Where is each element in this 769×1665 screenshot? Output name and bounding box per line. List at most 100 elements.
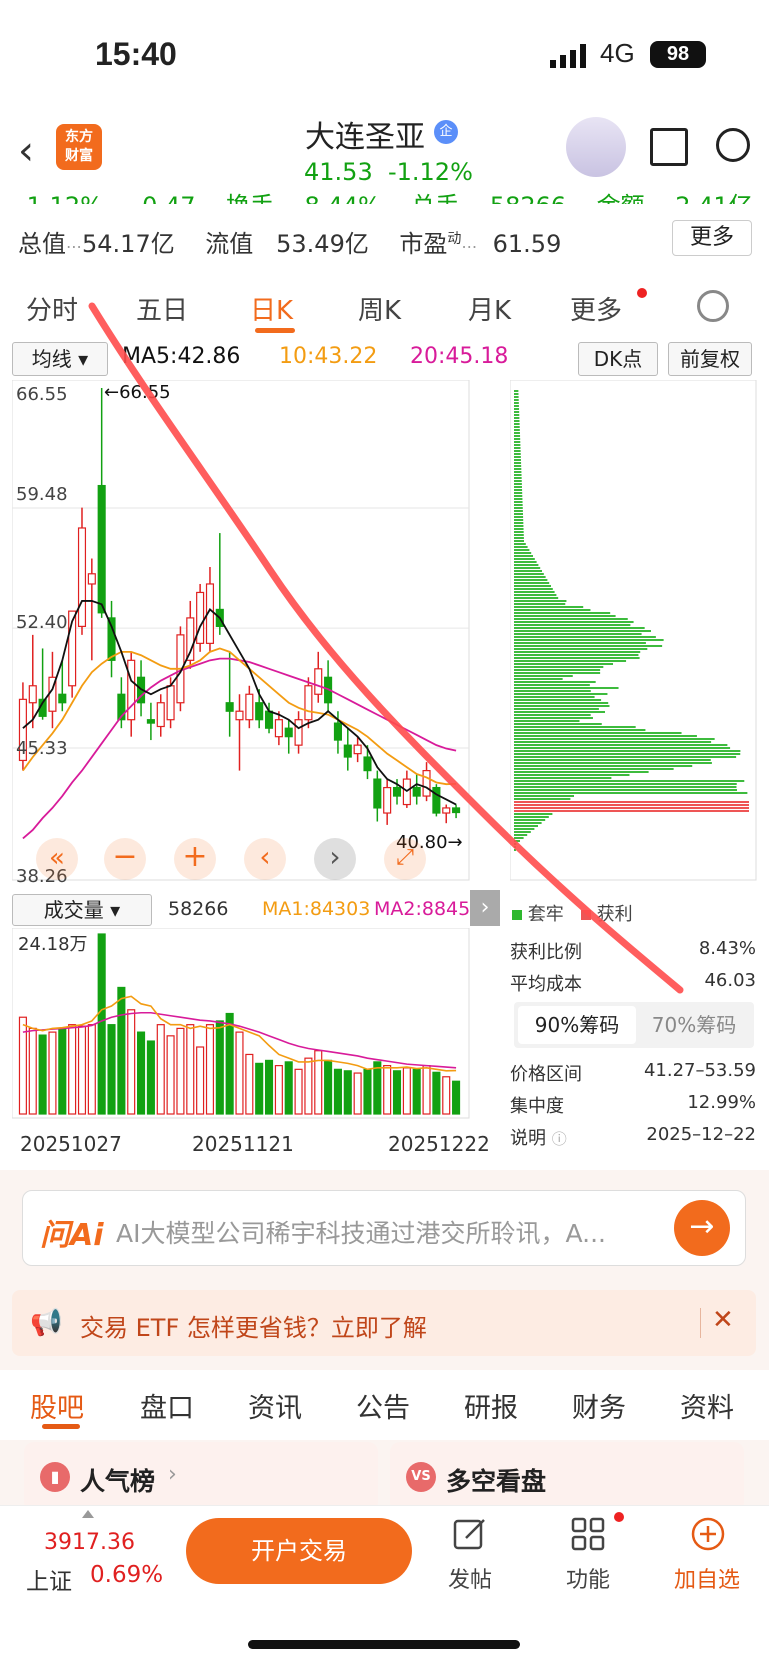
- indicator-select[interactable]: 均线 ▾: [12, 342, 108, 376]
- candle-body: [187, 618, 194, 660]
- gear-icon[interactable]: [697, 290, 729, 322]
- chip-bar-loss: [514, 486, 522, 488]
- volume-chart[interactable]: [12, 928, 502, 1128]
- chip-bar-loss: [514, 789, 737, 791]
- volume-bar: [305, 1058, 312, 1114]
- chip-bar-loss: [514, 504, 523, 506]
- chip-bar-loss: [514, 492, 522, 494]
- share-icon[interactable]: [650, 128, 688, 166]
- dk-point-button[interactable]: DK点: [578, 342, 658, 376]
- volume-indicator-select[interactable]: 成交量 ▾: [12, 894, 152, 926]
- add-watchlist-icon[interactable]: [690, 1516, 726, 1552]
- expand-indicators-icon[interactable]: ›: [470, 890, 500, 926]
- date-end: 20251222: [388, 1132, 490, 1156]
- chip-bar-loss: [514, 744, 727, 746]
- volume-y-label: 24.18万: [18, 930, 88, 956]
- add-watchlist-label[interactable]: 加自选: [674, 1562, 740, 1594]
- expand-up-icon[interactable]: [82, 1510, 94, 1518]
- tab-research[interactable]: 研报: [464, 1386, 518, 1425]
- volume-bar: [433, 1072, 440, 1114]
- price-range-row: 价格区间 41.27–53.59: [510, 1060, 756, 1086]
- notification-dot: [637, 288, 647, 298]
- next-icon[interactable]: ›: [314, 838, 356, 880]
- tab-pankou[interactable]: 盘口: [140, 1386, 194, 1425]
- grid-functions-icon[interactable]: [570, 1516, 606, 1552]
- volume-bar: [256, 1063, 263, 1114]
- index-name[interactable]: 上证: [26, 1562, 72, 1596]
- long-short-card[interactable]: VS 多空看盘: [390, 1442, 744, 1512]
- edit-post-icon[interactable]: [452, 1516, 488, 1552]
- chip-bar-loss: [514, 618, 628, 620]
- chip-bar-profit: [514, 801, 749, 803]
- y-label-top: 66.55: [16, 384, 68, 405]
- popularity-card[interactable]: ▮ 人气榜 ›: [24, 1442, 378, 1512]
- ai-prompt-text[interactable]: AI大模型公司稀宇科技通过港交所聆讯，A...: [116, 1214, 656, 1250]
- volume-bar: [167, 1036, 174, 1114]
- search-icon[interactable]: [716, 128, 750, 162]
- promo-text[interactable]: 交易 ETF 怎样更省钱？立即了解: [80, 1308, 427, 1343]
- assistant-avatar-icon[interactable]: [566, 117, 626, 177]
- tab-profile[interactable]: 资料: [680, 1386, 734, 1425]
- chip-bar-loss: [514, 417, 519, 419]
- kline-chart[interactable]: [12, 380, 502, 890]
- zoom-in-icon[interactable]: +: [174, 838, 216, 880]
- tab-timeshare[interactable]: 分时: [26, 290, 78, 327]
- zoom-out-icon[interactable]: −: [104, 838, 146, 880]
- chip-bar-loss: [514, 840, 520, 842]
- scroll-left-icon[interactable]: «: [36, 838, 78, 880]
- tab-monthly-k[interactable]: 月K: [468, 290, 511, 327]
- functions-label[interactable]: 功能: [566, 1562, 610, 1594]
- volume-bar: [453, 1081, 460, 1114]
- chip-bar-loss: [514, 825, 538, 827]
- chip-bar-loss: [514, 471, 521, 473]
- quote-row-2: 总值⋯54.17亿 流值 53.49亿 市盈动⋯ 61.59: [18, 224, 561, 259]
- tab-news[interactable]: 资讯: [248, 1386, 302, 1425]
- chip-bar-loss: [514, 540, 524, 542]
- fullscreen-icon[interactable]: ⤢: [384, 838, 426, 880]
- tab-daily-k[interactable]: 日K: [250, 290, 293, 327]
- chip-bar-loss: [514, 393, 518, 395]
- open-account-trade-button[interactable]: 开户交易: [186, 1518, 412, 1584]
- chip-bar-loss: [514, 555, 533, 557]
- chip-bar-loss: [514, 726, 636, 728]
- index-value[interactable]: 3917.36: [44, 1530, 135, 1555]
- chip-bar-loss: [514, 420, 520, 422]
- post-label[interactable]: 发帖: [448, 1562, 492, 1594]
- chip-bar-loss: [514, 780, 744, 782]
- tab-five-day[interactable]: 五日: [136, 290, 188, 327]
- chip-bar-loss: [514, 843, 516, 845]
- back-icon[interactable]: ‹: [18, 128, 34, 174]
- chip-bar-loss: [514, 411, 519, 413]
- volume-bar: [118, 987, 125, 1114]
- chip-bar-loss: [514, 432, 520, 434]
- prev-icon[interactable]: ‹: [244, 838, 286, 880]
- chip-bar-loss: [514, 783, 737, 785]
- chip-bar-loss: [514, 444, 520, 446]
- close-icon[interactable]: ✕: [712, 1305, 734, 1335]
- index-change[interactable]: 0.69%: [90, 1562, 163, 1588]
- more-quote-button[interactable]: 更多: [672, 220, 752, 256]
- tab-guba[interactable]: 股吧: [30, 1386, 84, 1425]
- volume-bar: [334, 1069, 341, 1114]
- adjust-button[interactable]: 前复权: [668, 342, 752, 376]
- volume-value: 58266: [168, 898, 228, 920]
- active-tab-indicator: [255, 328, 295, 333]
- volume-bar: [246, 1054, 253, 1114]
- tab-finance[interactable]: 财务: [572, 1386, 626, 1425]
- tab-chip-70[interactable]: 70%筹码: [638, 1006, 750, 1044]
- tab-announcements[interactable]: 公告: [356, 1386, 410, 1425]
- tab-weekly-k[interactable]: 周K: [358, 290, 401, 327]
- candle-body: [443, 808, 450, 813]
- arrow-right-icon[interactable]: →: [674, 1200, 730, 1256]
- chip-distribution-chart: [510, 380, 760, 890]
- tab-chip-90[interactable]: 90%筹码: [518, 1006, 636, 1044]
- candle-body: [305, 686, 312, 720]
- tab-more[interactable]: 更多: [570, 290, 622, 327]
- chip-tabs: 90%筹码 70%筹码: [514, 1002, 754, 1048]
- chip-bar-loss: [514, 717, 593, 719]
- chip-bar-loss: [514, 453, 521, 455]
- candle-body: [59, 694, 66, 702]
- chip-bar-loss: [514, 786, 736, 788]
- max-price-label: ←66.55: [104, 382, 171, 403]
- chip-bar-loss: [514, 651, 640, 653]
